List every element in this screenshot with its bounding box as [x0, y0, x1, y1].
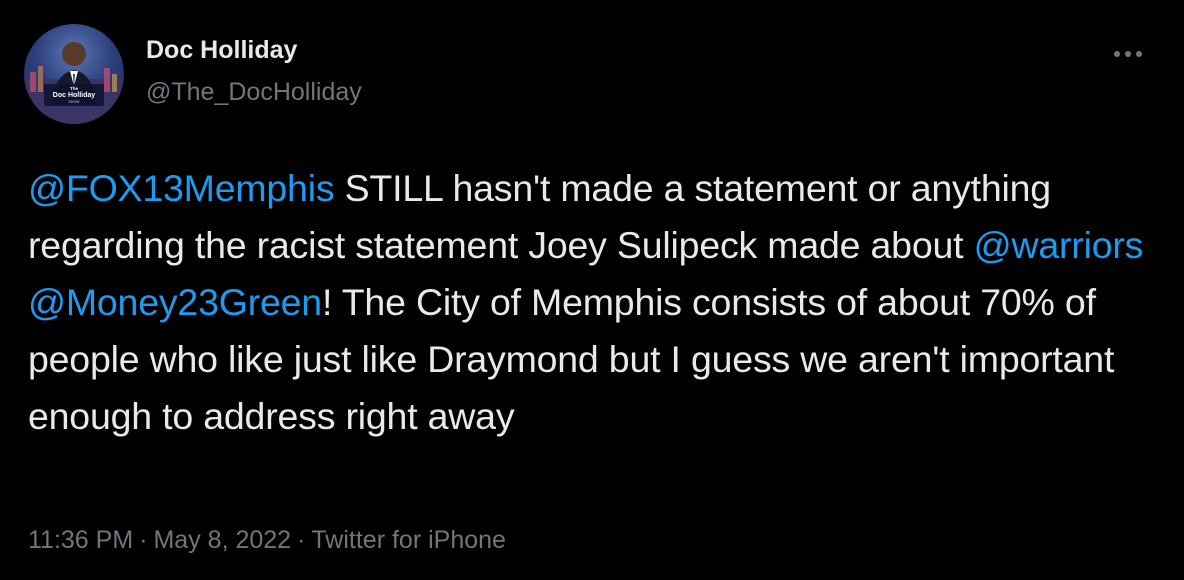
more-options-button[interactable]	[1108, 42, 1148, 66]
tweet-metadata: 11:36 PM · May 8, 2022 · Twitter for iPhone	[28, 526, 506, 555]
tweet-date[interactable]: May 8, 2022	[153, 526, 291, 554]
mention-fox13memphis[interactable]: @FOX13Memphis	[28, 167, 335, 209]
tweet-time[interactable]: 11:36 PM	[28, 526, 133, 554]
avatar-text-line1: The	[70, 86, 78, 91]
tweet-source[interactable]: Twitter for iPhone	[311, 526, 506, 554]
meta-separator: ·	[297, 526, 306, 554]
more-horizontal-icon	[1114, 51, 1142, 57]
avatar-text-line3: SHOW	[69, 100, 81, 104]
avatar-text-line2: Doc Holliday	[53, 92, 96, 99]
author-display-name[interactable]: Doc Holliday	[146, 36, 297, 65]
avatar[interactable]: The Doc Holliday SHOW	[24, 24, 124, 124]
avatar-image: The Doc Holliday SHOW	[24, 42, 124, 124]
meta-separator: ·	[139, 526, 148, 554]
author-handle[interactable]: @The_DocHolliday	[146, 78, 362, 107]
tweet-text: @FOX13Memphis STILL hasn't made a statem…	[28, 160, 1168, 445]
mention-money23green[interactable]: @Money23Green	[28, 281, 322, 323]
tweet-card: The Doc Holliday SHOW Doc Holliday @The_…	[0, 0, 1184, 580]
mention-warriors[interactable]: @warriors	[974, 224, 1144, 266]
